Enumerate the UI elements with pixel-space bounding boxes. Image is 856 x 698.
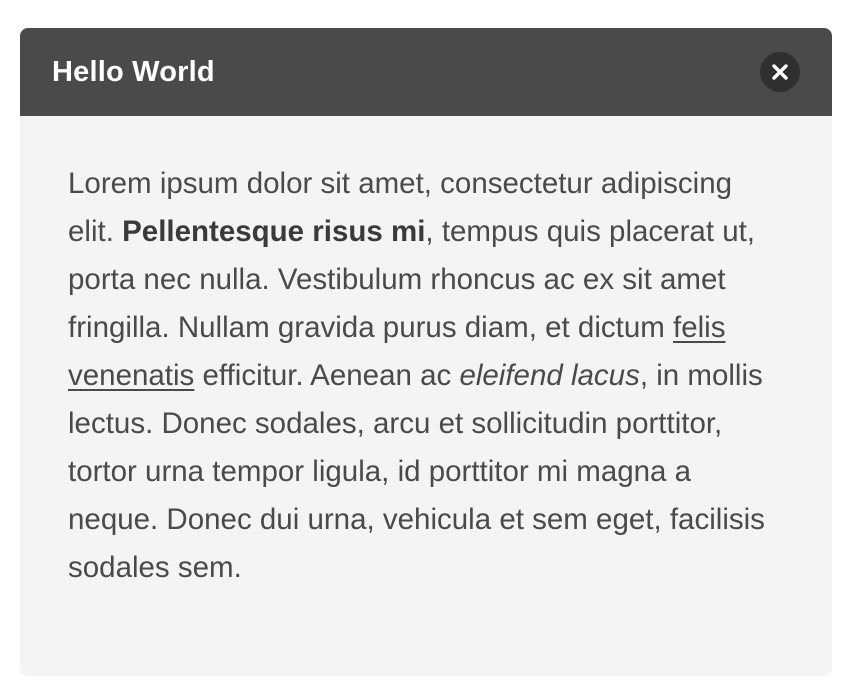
close-icon xyxy=(772,64,788,80)
close-button[interactable] xyxy=(760,52,800,92)
bold-text: Pellentesque risus mi xyxy=(122,215,426,248)
modal-body-text: Lorem ipsum dolor sit amet, consectetur … xyxy=(68,160,784,592)
modal-header: Hello World xyxy=(20,28,832,116)
modal-title: Hello World xyxy=(52,55,215,88)
body-text-segment: efficitur. Aenean ac xyxy=(194,359,460,392)
modal-body: Lorem ipsum dolor sit amet, consectetur … xyxy=(20,116,832,592)
body-text-segment: , in mollis lectus. Donec sodales, arcu … xyxy=(68,359,765,584)
modal-dialog: Hello World Lorem ipsum dolor sit amet, … xyxy=(20,28,832,676)
italic-text: eleifend lacus xyxy=(459,359,640,392)
